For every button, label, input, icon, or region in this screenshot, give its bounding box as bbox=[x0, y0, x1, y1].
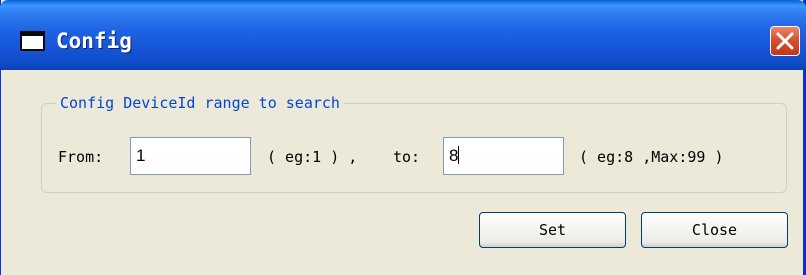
window-title: Config bbox=[56, 29, 132, 53]
to-hint: ( eg:8 ,Max:99 ) bbox=[579, 148, 724, 166]
group-title: Config DeviceId range to search bbox=[56, 94, 344, 112]
from-input-value: 1 bbox=[136, 146, 146, 165]
close-window-button[interactable] bbox=[770, 26, 800, 56]
close-button[interactable]: Close bbox=[641, 212, 788, 248]
from-label: From: bbox=[58, 148, 104, 166]
title-bar[interactable]: Config bbox=[0, 0, 806, 70]
close-x-icon bbox=[776, 32, 794, 50]
text-caret bbox=[458, 146, 460, 165]
to-input[interactable]: 8 bbox=[443, 137, 564, 175]
config-dialog: Config Config DeviceId range to search F… bbox=[0, 0, 806, 275]
window-icon bbox=[20, 31, 45, 51]
from-hint: ( eg:1 ) , bbox=[267, 148, 358, 166]
from-input[interactable]: 1 bbox=[130, 137, 251, 175]
to-input-value: 8 bbox=[449, 146, 459, 165]
to-label: to: bbox=[393, 148, 421, 166]
set-button[interactable]: Set bbox=[479, 212, 626, 248]
